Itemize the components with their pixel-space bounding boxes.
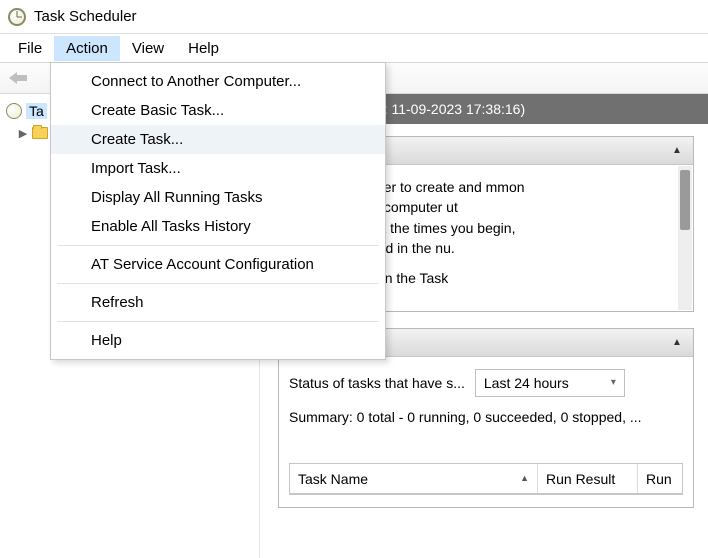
- scrollbar-thumb[interactable]: [680, 170, 690, 230]
- status-summary-line: Summary: 0 total - 0 running, 0 succeede…: [289, 407, 683, 427]
- status-range-value: Last 24 hours: [484, 373, 569, 393]
- folder-icon: [32, 127, 48, 139]
- action-dropdown-menu: Connect to Another Computer... Create Ba…: [50, 62, 386, 360]
- col-run-result[interactable]: Run Result: [538, 464, 638, 493]
- menu-refresh[interactable]: Refresh: [51, 288, 385, 317]
- collapse-up-icon[interactable]: ▲: [669, 143, 685, 159]
- menu-help[interactable]: Help: [176, 36, 231, 61]
- col-task-name-label: Task Name: [298, 469, 368, 489]
- menu-connect-computer[interactable]: Connect to Another Computer...: [51, 67, 385, 96]
- menu-file[interactable]: File: [6, 36, 54, 61]
- task-status-grid: Task Name ▲ Run Result Run: [289, 463, 683, 495]
- col-task-name[interactable]: Task Name ▲: [290, 464, 538, 493]
- clock-icon: [8, 8, 26, 26]
- chevron-down-icon: ▾: [611, 376, 616, 391]
- menu-enable-task-history[interactable]: Enable All Tasks History: [51, 212, 385, 241]
- tree-root-label: Ta: [26, 103, 47, 119]
- collapse-up-icon[interactable]: ▲: [669, 335, 685, 351]
- sort-asc-icon: ▲: [520, 472, 529, 485]
- menu-import-task[interactable]: Import Task...: [51, 154, 385, 183]
- menu-view[interactable]: View: [120, 36, 176, 61]
- menu-at-service-config[interactable]: AT Service Account Configuration: [51, 250, 385, 279]
- back-arrow-icon[interactable]: [6, 66, 30, 90]
- col-run[interactable]: Run: [638, 464, 682, 493]
- status-range-label: Status of tasks that have s...: [289, 373, 465, 393]
- task-status-body: Status of tasks that have s... Last 24 h…: [279, 357, 693, 507]
- menu-help[interactable]: Help: [51, 326, 385, 355]
- menu-create-basic-task[interactable]: Create Basic Task...: [51, 96, 385, 125]
- window-title: Task Scheduler: [34, 8, 137, 25]
- menu-separator: [57, 245, 379, 246]
- menu-display-running-tasks[interactable]: Display All Running Tasks: [51, 183, 385, 212]
- menu-create-task[interactable]: Create Task...: [51, 125, 385, 154]
- menu-separator: [57, 283, 379, 284]
- chevron-right-icon[interactable]: ▶: [18, 127, 28, 140]
- overview-scrollbar[interactable]: [678, 166, 692, 310]
- status-range-select[interactable]: Last 24 hours ▾: [475, 369, 625, 397]
- menu-separator: [57, 321, 379, 322]
- menu-bar: File Action View Help: [0, 34, 708, 62]
- status-range-row: Status of tasks that have s... Last 24 h…: [289, 369, 683, 397]
- window-titlebar: Task Scheduler: [0, 0, 708, 34]
- clock-icon: [6, 103, 22, 119]
- grid-header-row: Task Name ▲ Run Result Run: [290, 464, 682, 494]
- menu-action[interactable]: Action: [54, 36, 120, 61]
